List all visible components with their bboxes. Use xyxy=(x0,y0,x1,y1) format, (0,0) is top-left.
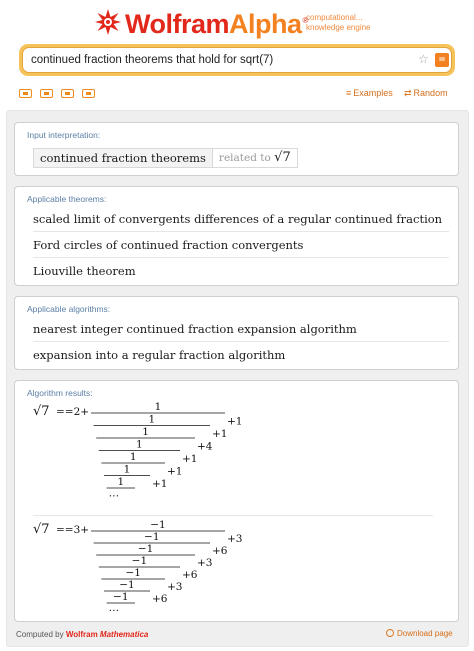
theorem-item[interactable]: Ford circles of continued fraction conve… xyxy=(33,238,303,252)
related-value: √7 xyxy=(274,150,291,165)
logo-alpha-text: Alpha xyxy=(229,8,302,39)
fraction-addend: +6 xyxy=(182,569,198,581)
fraction-addend: +6 xyxy=(152,593,168,605)
interpretation-box[interactable]: continued fraction theorems related to √… xyxy=(33,148,298,168)
footer-wolfram[interactable]: Wolfram xyxy=(66,630,98,639)
divider xyxy=(33,231,449,232)
footer-computed-by: Computed by Wolfram Mathematica xyxy=(16,630,148,640)
divider xyxy=(33,515,433,516)
spikey-logo-icon xyxy=(95,9,121,35)
logo-wolfram-text: Wolfram xyxy=(125,8,230,39)
shuffle-icon: ⇄ xyxy=(404,88,412,98)
camera-icon[interactable] xyxy=(40,88,53,98)
compute-button[interactable]: = xyxy=(435,53,449,67)
logo-wordmark: WolframAlpha® xyxy=(125,6,308,39)
fraction-numerator: 1 xyxy=(124,464,131,476)
fraction-addend: +3 xyxy=(197,557,212,569)
theorem-item[interactable]: Liouville theorem xyxy=(33,264,136,278)
algorithm-item[interactable]: expansion into a regular fraction algori… xyxy=(33,348,285,362)
ellipsis: … xyxy=(109,488,120,500)
ellipsis: … xyxy=(109,602,120,614)
wolfram-alpha-logo[interactable]: WolframAlpha® xyxy=(94,5,308,39)
sqrt-symbol: √7 xyxy=(33,522,50,537)
fraction-addend: +1 xyxy=(152,478,167,490)
upload-icon[interactable] xyxy=(82,88,95,98)
interpretation-main: continued fraction theorems xyxy=(33,148,213,168)
download-page-link[interactable]: Download page xyxy=(386,629,453,639)
fraction-numerator: 1 xyxy=(136,439,143,451)
fraction-addend: +6 xyxy=(212,545,228,557)
algorithm-item[interactable]: nearest integer continued fraction expan… xyxy=(33,322,357,336)
fraction-numerator: −1 xyxy=(144,531,159,543)
random-link[interactable]: ⇄ Random xyxy=(404,87,448,99)
fraction-addend: +1 xyxy=(227,416,242,428)
search-box: ☆ = xyxy=(22,47,452,73)
divider xyxy=(33,257,449,258)
fraction-addend: +4 xyxy=(197,441,213,453)
pod-input-interpretation: Input interpretation: continued fraction… xyxy=(14,122,459,176)
download-label: Download page xyxy=(397,629,453,638)
computed-by-label: Computed by xyxy=(16,630,64,639)
pod-title: Input interpretation: xyxy=(27,130,101,140)
random-label: Random xyxy=(413,88,448,98)
table-icon[interactable] xyxy=(61,88,74,98)
divider xyxy=(33,341,449,342)
input-mode-toolbar xyxy=(19,87,103,99)
pod-title: Applicable algorithms: xyxy=(27,304,111,314)
fraction-addend: +1 xyxy=(167,466,182,478)
examples-label: Examples xyxy=(353,88,393,98)
pod-applicable-algorithms: Applicable algorithms: nearest integer c… xyxy=(14,296,459,370)
fraction-numerator: −1 xyxy=(132,555,147,567)
download-icon xyxy=(386,629,394,637)
search-input[interactable] xyxy=(31,48,411,72)
tagline-line-1: computational... xyxy=(306,13,363,22)
header: WolframAlpha® computational... knowledge… xyxy=(0,0,474,110)
search-bar: ☆ = xyxy=(19,44,455,76)
fraction-numerator: −1 xyxy=(119,579,134,591)
fraction-numerator: −1 xyxy=(150,519,165,531)
pod-algorithm-results: Algorithm results: √7 ==2+ 1 +1 1 +1 1 +4 1 +1 1 +1… xyxy=(14,380,459,622)
pod-applicable-theorems: Applicable theorems: scaled limit of con… xyxy=(14,186,459,286)
list-icon: ≡ xyxy=(346,88,352,98)
sqrt-symbol: √7 xyxy=(33,404,50,419)
tagline-line-2: knowledge engine xyxy=(306,23,371,32)
fraction-addend: +3 xyxy=(167,581,182,593)
fraction-numerator: −1 xyxy=(125,567,140,579)
favorite-star-icon[interactable]: ☆ xyxy=(418,52,429,66)
related-label: related to xyxy=(218,152,271,164)
fraction-addend: +1 xyxy=(182,453,197,465)
fraction-numerator: 1 xyxy=(155,401,162,413)
fraction-numerator: 1 xyxy=(117,476,124,488)
keyboard-icon[interactable] xyxy=(19,88,32,98)
interpretation-related: related to √7 xyxy=(212,148,298,168)
theorem-item[interactable]: scaled limit of convergents differences … xyxy=(33,212,442,226)
fraction-numerator: 1 xyxy=(142,426,149,438)
fraction-addend: +3 xyxy=(227,533,242,545)
fraction-numerator: 1 xyxy=(130,451,137,463)
fraction-numerator: 1 xyxy=(148,414,155,426)
fraction-addend: +1 xyxy=(212,428,227,440)
fraction-numerator: −1 xyxy=(138,543,153,555)
pod-title: Algorithm results: xyxy=(27,388,93,398)
equals-lead: ==3+ xyxy=(56,524,89,536)
examples-link[interactable]: ≡ Examples xyxy=(346,87,393,99)
footer-mathematica[interactable]: Mathematica xyxy=(100,630,148,639)
continued-fraction-2: √7 ==3+ −1+3−1+6−1+3−1+6−1+3−1+6−1… xyxy=(33,519,242,614)
continued-fraction-1: √7 ==2+ 1+11+11+41+11+11+11… xyxy=(33,401,242,500)
tagline: computational... knowledge engine xyxy=(306,13,371,33)
equals-lead: ==2+ xyxy=(56,406,89,418)
pod-title: Applicable theorems: xyxy=(27,194,107,204)
